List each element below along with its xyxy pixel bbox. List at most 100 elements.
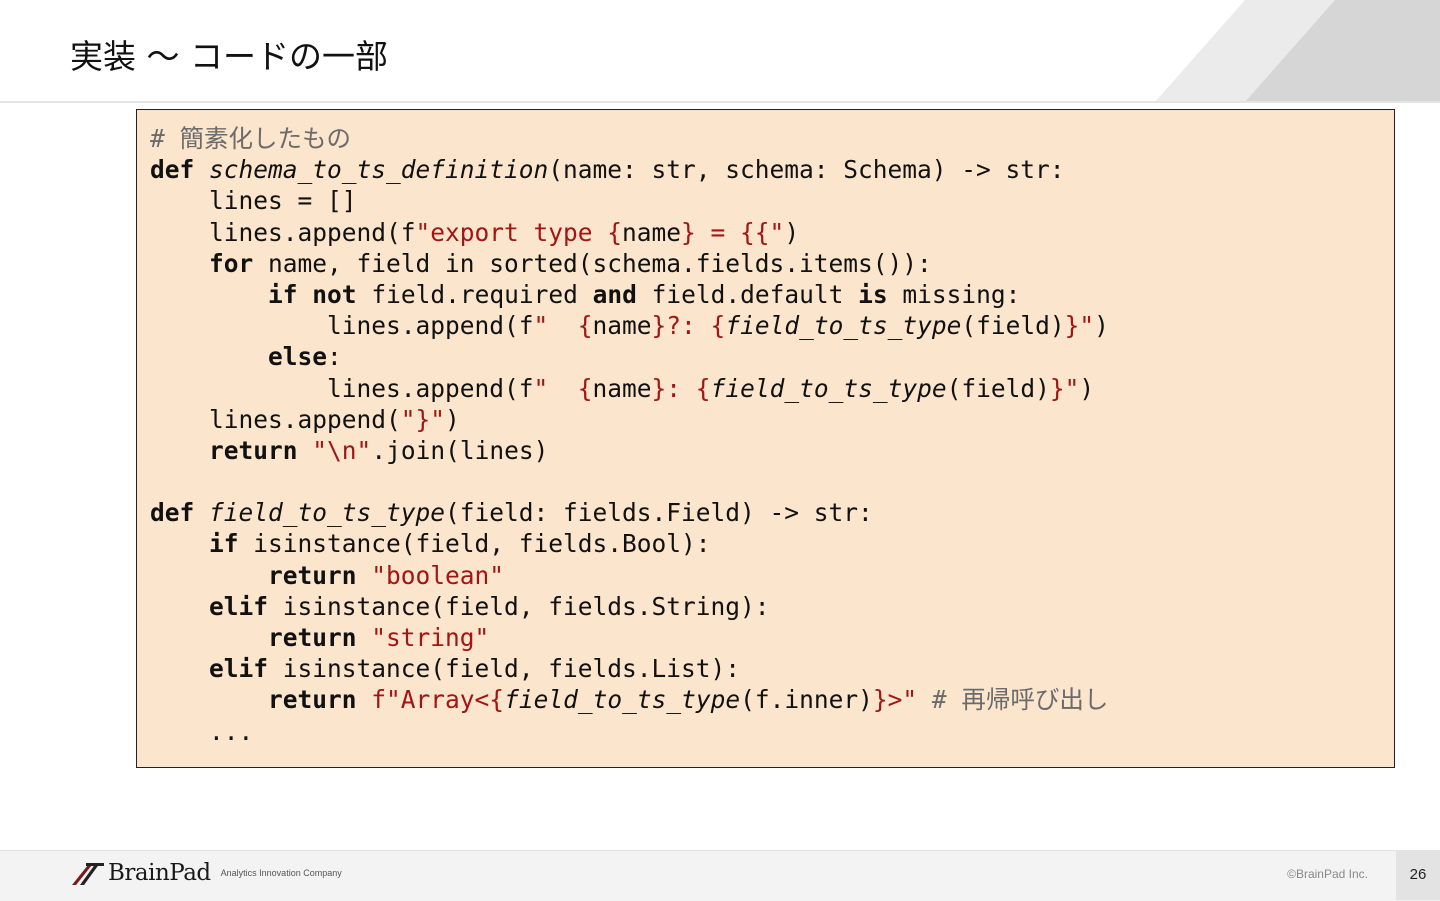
code-token: isinstance(field, fields.String): (268, 591, 770, 621)
code-token: if (209, 529, 239, 559)
code-token: }" (1049, 373, 1080, 403)
code-token: : (327, 342, 342, 372)
code-token: " { (533, 373, 593, 403)
code-token: (name: str, schema: Schema) -> str: (548, 155, 1065, 185)
code-line: ... (150, 716, 1109, 747)
code-line: def field_to_ts_type(field: fields.Field… (150, 497, 1109, 528)
code-line: elif isinstance(field, fields.List): (150, 653, 1109, 684)
code-token: " { (533, 311, 593, 341)
code-line: return f"Array<{field_to_ts_type(f.inner… (150, 684, 1109, 715)
code-line: else: (150, 341, 1109, 372)
code-token: "string" (371, 623, 490, 652)
code-token: field_to_ts_type (209, 498, 446, 528)
code-token: }" (1064, 311, 1095, 341)
code-line: return "\n".join(lines) (150, 435, 1109, 466)
code-line: return "boolean" (150, 560, 1109, 591)
brainpad-logo: BrainPad Analytics Innovation Company (68, 858, 342, 888)
code-token: f"Array<{ (371, 685, 505, 715)
code-token: "export type { (415, 217, 623, 247)
brainpad-logo-text: BrainPad (108, 860, 211, 886)
code-line: lines = [] (150, 185, 1109, 216)
code-token: elif (209, 654, 269, 684)
code-token: ... (150, 716, 254, 746)
code-line: lines.append("}") (150, 404, 1109, 435)
code-token: "}" (400, 404, 446, 434)
slide-header: 実装 〜 コードの一部 (0, 0, 1440, 102)
code-token: def (150, 155, 195, 185)
code-token: schema_to_ts_definition (209, 155, 549, 185)
code-token: }: { (651, 373, 711, 403)
code-token: field.required (356, 279, 593, 309)
code-token: name (622, 217, 682, 247)
code-token: field_to_ts_type (504, 685, 741, 715)
code-token: return (268, 623, 357, 652)
code-token: missing: (887, 279, 1021, 309)
code-token: (field: fields.Field) -> str: (445, 498, 873, 528)
code-line: lines.append(f" {name}?: {field_to_ts_ty… (150, 310, 1109, 341)
code-token: name (592, 373, 652, 403)
code-token: lines = [] (150, 186, 357, 216)
code-token: return (268, 560, 357, 590)
code-token: (field) (946, 373, 1050, 403)
code-token: # 簡素化したもの (150, 124, 351, 153)
code-token: elif (209, 591, 269, 621)
code-token: is (858, 279, 888, 309)
code-line: elif isinstance(field, fields.String): (150, 591, 1109, 622)
code-line: lines.append(f"export type {name} = {{") (150, 217, 1109, 248)
code-token: and (592, 279, 637, 309)
code-token: ) (784, 217, 800, 247)
code-line: def schema_to_ts_definition(name: str, s… (150, 154, 1109, 185)
code-token: return (268, 685, 357, 715)
code-token: not (312, 279, 357, 309)
code-token: (f.inner) (740, 685, 873, 715)
code-line: lines.append(f" {name}: {field_to_ts_typ… (150, 373, 1109, 404)
code-token: else (268, 342, 328, 372)
code-token: }?: { (651, 311, 726, 341)
code-token: isinstance(field, fields.List): (268, 654, 741, 684)
code-token: field.default (636, 279, 859, 309)
code-line: return "string" (150, 622, 1109, 653)
code-token: .join(lines) (371, 435, 549, 465)
code-listing: # 簡素化したもの def schema_to_ts_definition(nam… (150, 123, 1109, 747)
code-token: field_to_ts_type (710, 373, 947, 403)
code-token: lines.append( (150, 404, 401, 434)
header-divider (0, 101, 1440, 103)
code-token: for (209, 248, 254, 278)
code-token: } = {{" (681, 217, 785, 247)
code-token: field_to_ts_type (725, 311, 962, 341)
code-line: for name, field in sorted(schema.fields.… (150, 248, 1109, 279)
code-token: # 再帰呼び出し (931, 685, 1109, 715)
code-token: "\n" (312, 435, 372, 465)
brainpad-logo-mark-icon (72, 863, 104, 885)
company-tagline: Analytics Innovation Company (220, 868, 342, 878)
code-token: ) (1079, 373, 1095, 403)
code-token: lines.append(f (150, 217, 416, 247)
code-token: "boolean" (371, 560, 505, 590)
code-token: (field) (961, 311, 1065, 341)
code-token: name (592, 311, 652, 341)
code-token: ) (1094, 311, 1109, 341)
code-token: def (150, 498, 195, 528)
code-token: lines.append(f (150, 311, 534, 341)
code-token: ) (445, 404, 460, 434)
code-token: }>" (872, 685, 918, 715)
slide-title: 実装 〜 コードの一部 (70, 37, 388, 76)
code-token: if (268, 279, 298, 309)
